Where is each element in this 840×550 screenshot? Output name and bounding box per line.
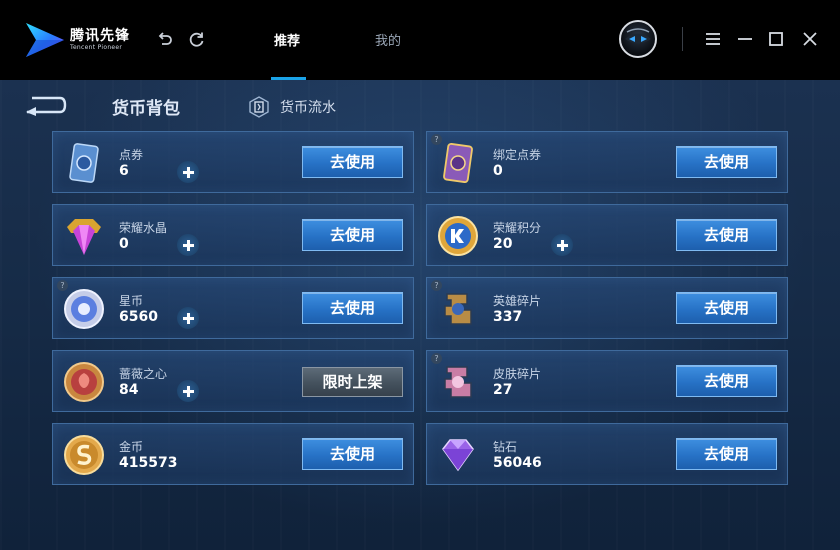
currency-name: 荣耀水晶 (119, 221, 168, 235)
currency-count: 6 (119, 163, 129, 179)
currency-count: 6560 (119, 309, 158, 325)
currency-name: 英雄碎片 (493, 294, 542, 308)
currency-count: 84 (119, 382, 139, 398)
diamond-icon (442, 439, 474, 472)
currency-card-gold-coin: 金币 415573 去使用 (52, 423, 414, 485)
refresh-icon[interactable] (187, 29, 207, 49)
add-glory-crystal-button[interactable] (177, 234, 199, 256)
currency-name: 蔷薇之心 (119, 367, 168, 381)
currency-card-glory-points: 荣耀积分 20 去使用 (426, 204, 788, 266)
coupon-card-icon (69, 143, 99, 183)
add-glory-points-button[interactable] (551, 234, 573, 256)
use-diamond-button[interactable]: 去使用 (676, 438, 777, 470)
tencent-pioneer-logo-icon (26, 23, 64, 57)
currency-flow-label: 货币流水 (280, 100, 336, 116)
currency-name: 星币 (119, 294, 144, 308)
currency-count: 27 (493, 382, 513, 398)
currency-card-rose-heart: 蔷薇之心 84 限时上架 (52, 350, 414, 412)
glory-crystal-icon (67, 219, 101, 255)
add-coupon-button[interactable] (177, 161, 199, 183)
avatar[interactable] (619, 20, 657, 58)
currency-name: 绑定点券 (493, 148, 542, 162)
currency-flow-link[interactable]: 货币流水 (248, 96, 336, 118)
menu-icon[interactable] (703, 29, 723, 49)
currency-name: 皮肤碎片 (493, 367, 542, 381)
title-bar: 腾讯先锋 Tencent Pioneer 推荐 我的 (0, 0, 840, 80)
currency-card-star-coin: ? 星币 6560 去使用 (52, 277, 414, 339)
add-rose-heart-button[interactable] (177, 380, 199, 402)
currency-count: 20 (493, 236, 513, 252)
currency-count: 56046 (493, 455, 542, 471)
maximize-icon[interactable] (766, 29, 786, 49)
use-coupon-button[interactable]: 去使用 (302, 146, 403, 178)
glory-points-icon (438, 216, 478, 256)
use-glory-crystal-button[interactable]: 去使用 (302, 219, 403, 251)
currency-name: 金币 (119, 440, 144, 454)
currency-card-hero-fragment: ? 英雄碎片 337 去使用 (426, 277, 788, 339)
currency-name: 荣耀积分 (493, 221, 542, 235)
app-name-en: Tencent Pioneer (70, 44, 123, 51)
use-bound-coupon-button[interactable]: 去使用 (676, 146, 777, 178)
use-glory-points-button[interactable]: 去使用 (676, 219, 777, 251)
back-arrow-icon[interactable] (24, 94, 68, 116)
page-title: 货币背包 (112, 99, 180, 119)
add-star-coin-button[interactable] (177, 307, 199, 329)
currency-card-glory-crystal: 荣耀水晶 0 去使用 (52, 204, 414, 266)
currency-flow-icon (249, 96, 269, 118)
use-star-coin-button[interactable]: 去使用 (302, 292, 403, 324)
use-hero-fragment-button[interactable]: 去使用 (676, 292, 777, 324)
currency-count: 415573 (119, 455, 178, 471)
hero-fragment-icon (444, 293, 472, 325)
tab-mine[interactable]: 我的 (375, 30, 401, 49)
bound-coupon-card-icon (443, 142, 473, 184)
use-skin-fragment-button[interactable]: 去使用 (676, 365, 777, 397)
gold-coin-icon (64, 435, 104, 475)
close-icon[interactable] (800, 29, 820, 49)
currency-card-coupon: 点券 6 去使用 (52, 131, 414, 193)
use-gold-coin-button[interactable]: 去使用 (302, 438, 403, 470)
undo-icon[interactable] (155, 29, 175, 49)
currency-card-diamond: 钻石 56046 去使用 (426, 423, 788, 485)
avatar-face-icon (625, 28, 651, 44)
currency-card-skin-fragment: ? 皮肤碎片 27 去使用 (426, 350, 788, 412)
currency-name: 点券 (119, 148, 144, 162)
skin-fragment-icon (444, 366, 472, 398)
currency-backpack-panel: 货币背包 货币流水 点券 6 去使用 ? 绑定点券 0 去使用 荣耀水晶 0 去… (0, 80, 840, 550)
limited-time-badge: 限时上架 (302, 367, 403, 397)
star-coin-icon (64, 289, 104, 329)
currency-card-bound-coupon: ? 绑定点券 0 去使用 (426, 131, 788, 193)
currency-count: 0 (119, 236, 129, 252)
currency-count: 0 (493, 163, 503, 179)
minimize-icon[interactable] (735, 29, 755, 49)
titlebar-divider (682, 27, 683, 51)
rose-heart-icon (64, 362, 104, 402)
logo-text: 腾讯先锋 Tencent Pioneer (70, 28, 130, 52)
currency-count: 337 (493, 309, 523, 325)
app-name: 腾讯先锋 (70, 28, 130, 44)
currency-name: 钻石 (493, 440, 518, 454)
tab-recommend[interactable]: 推荐 (274, 30, 300, 49)
